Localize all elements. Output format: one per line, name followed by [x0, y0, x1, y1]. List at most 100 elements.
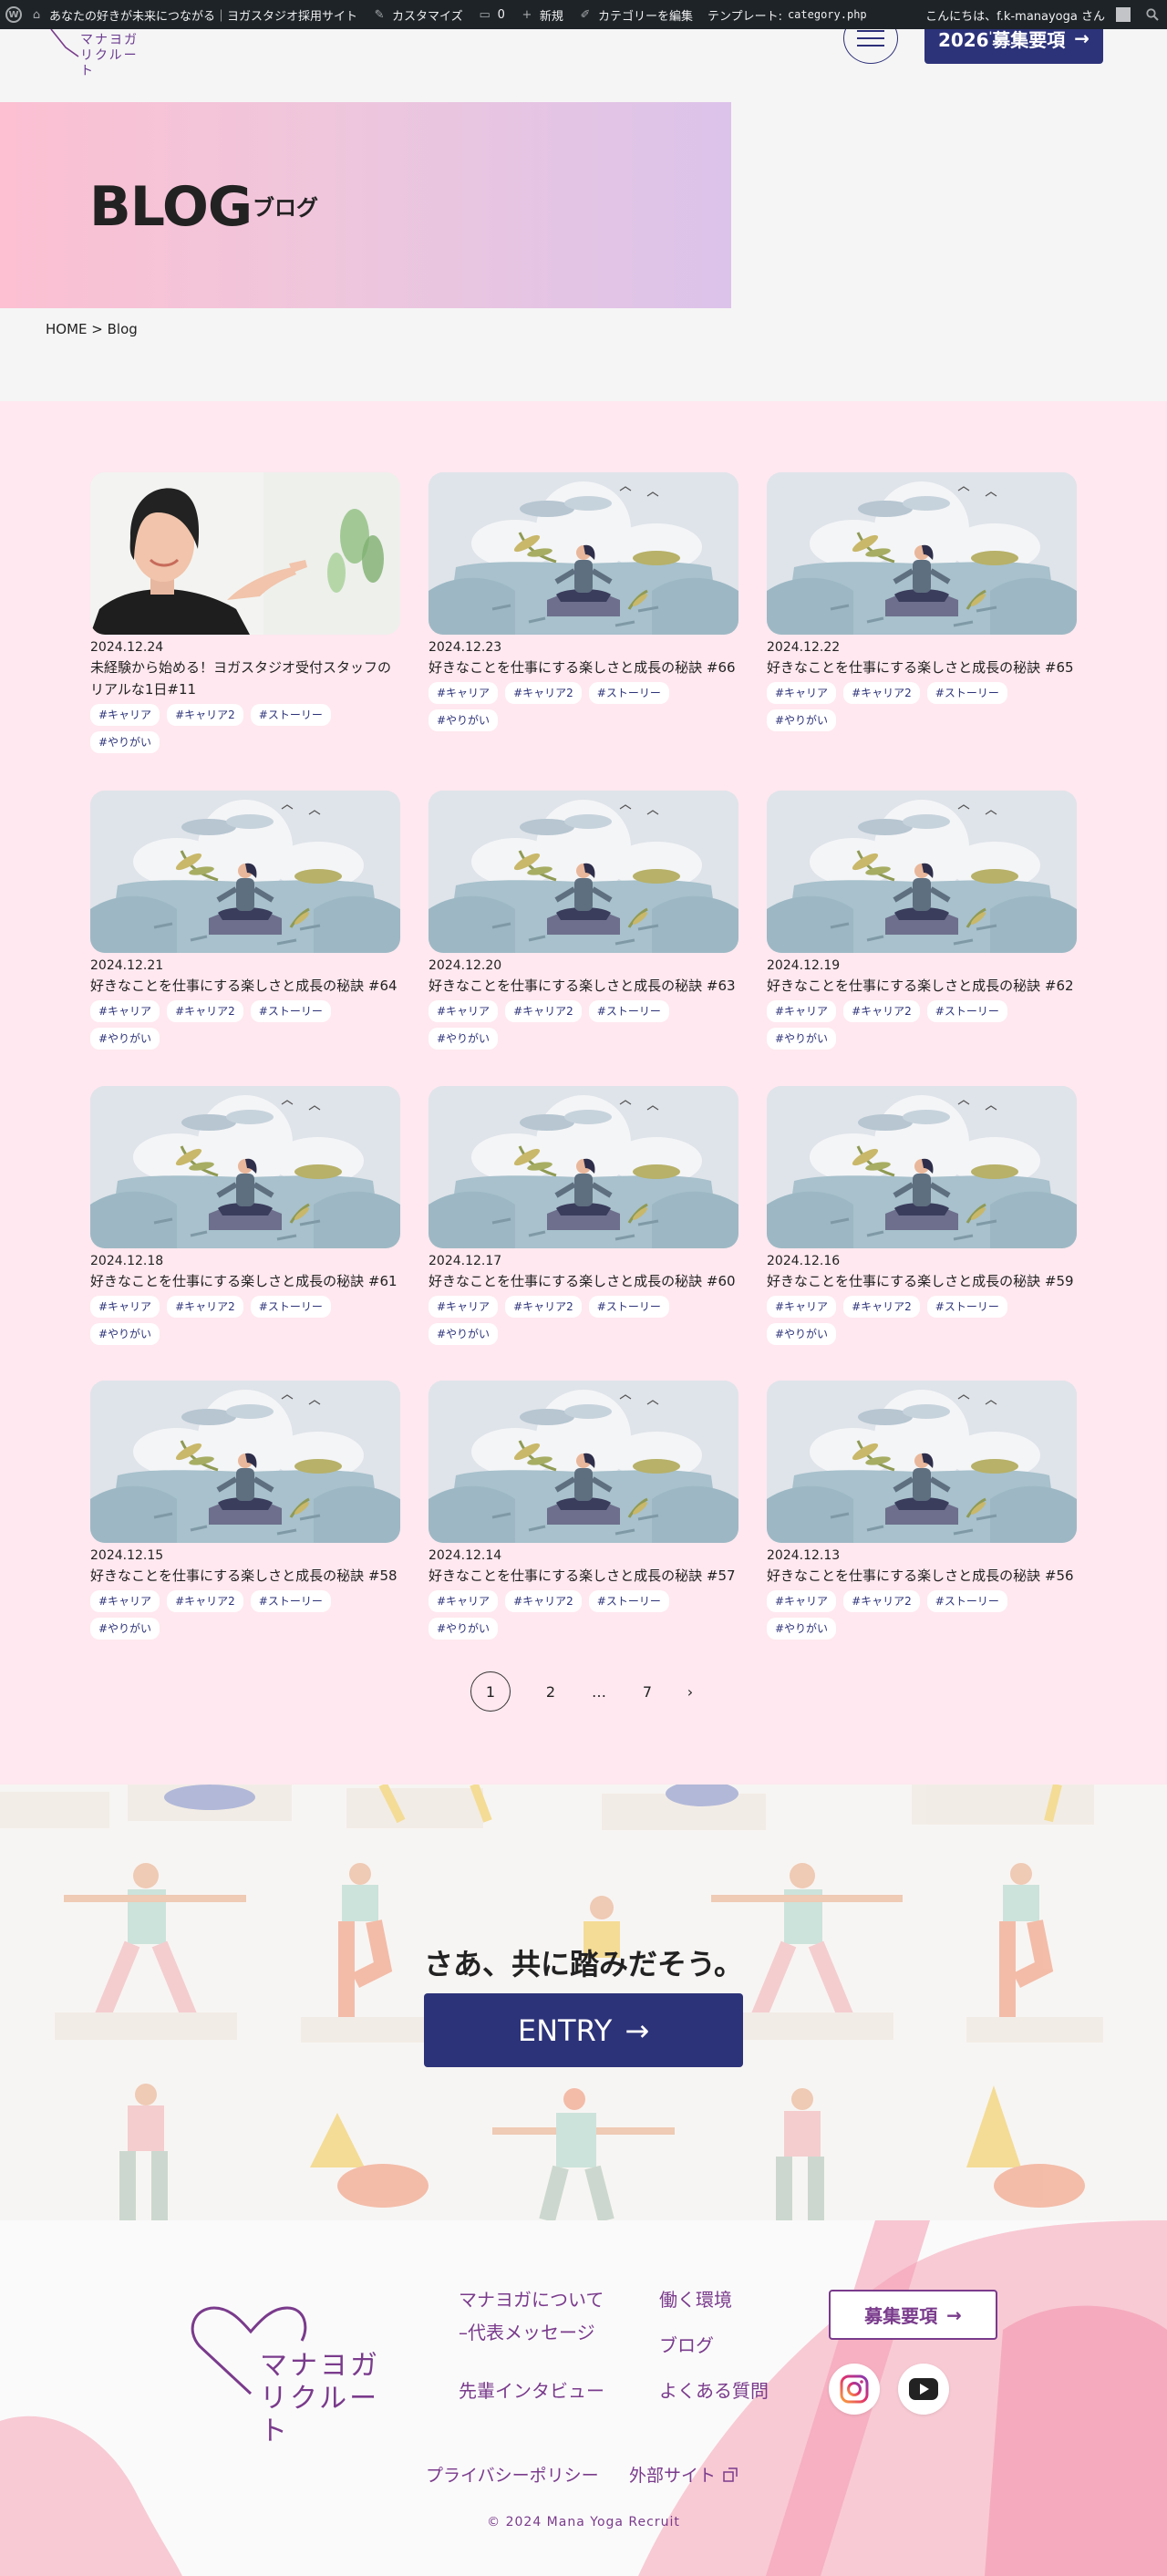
tag-link[interactable]: #やりがい	[90, 731, 160, 753]
blog-card[interactable]: 2024.12.16 好きなことを仕事にする楽しさと成長の秘訣 #59 #キャリ…	[767, 1086, 1077, 1345]
blog-card-title[interactable]: 好きなことを仕事にする楽しさと成長の秘訣 #62	[767, 975, 1077, 997]
tag-link[interactable]: #やりがい	[429, 1618, 499, 1640]
footer-external-link[interactable]: 外部サイト	[629, 2462, 738, 2487]
tag-link[interactable]: #キャリア	[90, 1296, 160, 1318]
tag-link[interactable]: #キャリア	[767, 1296, 837, 1318]
tag-link[interactable]: #ストーリー	[926, 1296, 1007, 1318]
blog-card[interactable]: 2024.12.18 好きなことを仕事にする楽しさと成長の秘訣 #61 #キャリ…	[90, 1086, 400, 1345]
tag-link[interactable]: #ストーリー	[926, 1590, 1007, 1612]
footer-link-faq[interactable]: よくある質問	[659, 2375, 769, 2406]
tag-link[interactable]: #ストーリー	[250, 704, 331, 726]
youtube-button[interactable]	[898, 2364, 949, 2415]
blog-card-thumbnail[interactable]	[767, 1086, 1077, 1248]
tag-link[interactable]: #キャリア	[429, 682, 499, 704]
tag-link[interactable]: #やりがい	[90, 1618, 160, 1640]
tag-link[interactable]: #キャリア	[90, 704, 160, 726]
tag-link[interactable]: #キャリア2	[167, 1000, 243, 1022]
blog-card-thumbnail[interactable]	[90, 472, 400, 635]
pagination-page-1[interactable]: 1	[470, 1671, 511, 1712]
tag-link[interactable]: #キャリア	[767, 682, 837, 704]
site-logo[interactable]: マナヨガ リクルート	[38, 24, 148, 78]
tag-link[interactable]: #キャリア	[429, 1000, 499, 1022]
blog-card-title[interactable]: 好きなことを仕事にする楽しさと成長の秘訣 #57	[429, 1565, 738, 1587]
tag-link[interactable]: #キャリア2	[505, 1590, 582, 1612]
footer-link-about[interactable]: マナヨガについて	[459, 2284, 604, 2315]
admin-account[interactable]: こんにちは、f.k-manayoga さん	[918, 0, 1138, 29]
tag-link[interactable]: #キャリア	[90, 1000, 160, 1022]
tag-link[interactable]: #ストーリー	[250, 1000, 331, 1022]
blog-card-thumbnail[interactable]	[90, 1381, 400, 1543]
tag-link[interactable]: #キャリア2	[505, 1000, 582, 1022]
blog-card[interactable]: 2024.12.13 好きなことを仕事にする楽しさと成長の秘訣 #56 #キャリ…	[767, 1381, 1077, 1640]
tag-link[interactable]: #キャリア2	[843, 1000, 920, 1022]
tag-link[interactable]: #キャリア2	[505, 1296, 582, 1318]
tag-link[interactable]: #やりがい	[429, 709, 499, 731]
tag-link[interactable]: #ストーリー	[250, 1590, 331, 1612]
admin-new[interactable]: + 新規	[512, 0, 571, 29]
blog-card-title[interactable]: 好きなことを仕事にする楽しさと成長の秘訣 #63	[429, 975, 738, 997]
blog-card[interactable]: 2024.12.14 好きなことを仕事にする楽しさと成長の秘訣 #57 #キャリ…	[429, 1381, 738, 1640]
tag-link[interactable]: #やりがい	[90, 1323, 160, 1345]
tag-link[interactable]: #キャリア2	[843, 1296, 920, 1318]
blog-card[interactable]: 2024.12.22 好きなことを仕事にする楽しさと成長の秘訣 #65 #キャリ…	[767, 472, 1077, 731]
tag-link[interactable]: #やりがい	[429, 1323, 499, 1345]
tag-link[interactable]: #やりがい	[429, 1028, 499, 1050]
tag-link[interactable]: #ストーリー	[588, 1296, 669, 1318]
footer-link-blog[interactable]: ブログ	[659, 2330, 714, 2361]
tag-link[interactable]: #キャリア	[767, 1000, 837, 1022]
tag-link[interactable]: #ストーリー	[588, 1590, 669, 1612]
tag-link[interactable]: #やりがい	[767, 1323, 837, 1345]
blog-card-thumbnail[interactable]	[90, 1086, 400, 1248]
footer-recruit-button[interactable]: 募集要項 →	[829, 2290, 997, 2340]
blog-card-title[interactable]: 好きなことを仕事にする楽しさと成長の秘訣 #59	[767, 1270, 1077, 1292]
tag-link[interactable]: #ストーリー	[250, 1296, 331, 1318]
blog-card-title[interactable]: 好きなことを仕事にする楽しさと成長の秘訣 #64	[90, 975, 400, 997]
tag-link[interactable]: #キャリア2	[167, 704, 243, 726]
tag-link[interactable]: #ストーリー	[926, 1000, 1007, 1022]
blog-card-title[interactable]: 未経験から始める！ヨガスタジオ受付スタッフのリアルな1日#11	[90, 657, 400, 700]
tag-link[interactable]: #キャリア2	[167, 1590, 243, 1612]
tag-link[interactable]: #キャリア2	[843, 1590, 920, 1612]
tag-link[interactable]: #キャリア2	[167, 1296, 243, 1318]
footer-link-message[interactable]: –代表メッセージ	[459, 2317, 595, 2348]
blog-card-thumbnail[interactable]	[767, 791, 1077, 953]
blog-card-thumbnail[interactable]	[429, 472, 738, 635]
tag-link[interactable]: #ストーリー	[926, 682, 1007, 704]
blog-card-title[interactable]: 好きなことを仕事にする楽しさと成長の秘訣 #61	[90, 1270, 400, 1292]
instagram-button[interactable]	[829, 2364, 880, 2415]
admin-edit-category[interactable]: ✐ カテゴリーを編集	[571, 0, 700, 29]
pagination-page-2[interactable]: 2	[531, 1671, 571, 1712]
tag-link[interactable]: #キャリア2	[505, 682, 582, 704]
admin-comments[interactable]: ▭ 0	[470, 0, 512, 29]
blog-card-title[interactable]: 好きなことを仕事にする楽しさと成長の秘訣 #66	[429, 657, 738, 678]
pagination-page-7[interactable]: 7	[627, 1671, 667, 1712]
blog-card-thumbnail[interactable]	[767, 1381, 1077, 1543]
entry-button[interactable]: ENTRY →	[424, 1993, 743, 2067]
footer-link-environment[interactable]: 働く環境	[659, 2284, 732, 2315]
tag-link[interactable]: #ストーリー	[588, 1000, 669, 1022]
breadcrumb[interactable]: HOME > Blog	[46, 321, 138, 337]
blog-card[interactable]: 2024.12.20 好きなことを仕事にする楽しさと成長の秘訣 #63 #キャリ…	[429, 791, 738, 1050]
tag-link[interactable]: #ストーリー	[588, 682, 669, 704]
blog-card[interactable]: 2024.12.23 好きなことを仕事にする楽しさと成長の秘訣 #66 #キャリ…	[429, 472, 738, 731]
tag-link[interactable]: #やりがい	[767, 1028, 837, 1050]
blog-card[interactable]: 2024.12.17 好きなことを仕事にする楽しさと成長の秘訣 #60 #キャリ…	[429, 1086, 738, 1345]
blog-card[interactable]: 2024.12.19 好きなことを仕事にする楽しさと成長の秘訣 #62 #キャリ…	[767, 791, 1077, 1050]
blog-card-title[interactable]: 好きなことを仕事にする楽しさと成長の秘訣 #65	[767, 657, 1077, 678]
tag-link[interactable]: #キャリア	[429, 1590, 499, 1612]
tag-link[interactable]: #キャリア	[767, 1590, 837, 1612]
blog-card-thumbnail[interactable]	[90, 791, 400, 953]
pagination-next-icon[interactable]: ›	[670, 1671, 710, 1712]
admin-site-title[interactable]: ⌂ あなたの好きが未来につながる｜ヨガスタジオ採用サイト	[22, 0, 365, 29]
tag-link[interactable]: #やりがい	[767, 1618, 837, 1640]
tag-link[interactable]: #やりがい	[90, 1028, 160, 1050]
wordpress-logo-icon[interactable]: W	[5, 6, 22, 23]
tag-link[interactable]: #キャリア	[90, 1590, 160, 1612]
footer-logo[interactable]: マナヨガ リクルート	[187, 2302, 406, 2447]
footer-privacy-link[interactable]: プライバシーポリシー	[426, 2462, 599, 2487]
admin-search[interactable]	[1138, 0, 1167, 29]
blog-card-thumbnail[interactable]	[429, 791, 738, 953]
blog-card-thumbnail[interactable]	[767, 472, 1077, 635]
blog-card-title[interactable]: 好きなことを仕事にする楽しさと成長の秘訣 #56	[767, 1565, 1077, 1587]
tag-link[interactable]: #やりがい	[767, 709, 837, 731]
